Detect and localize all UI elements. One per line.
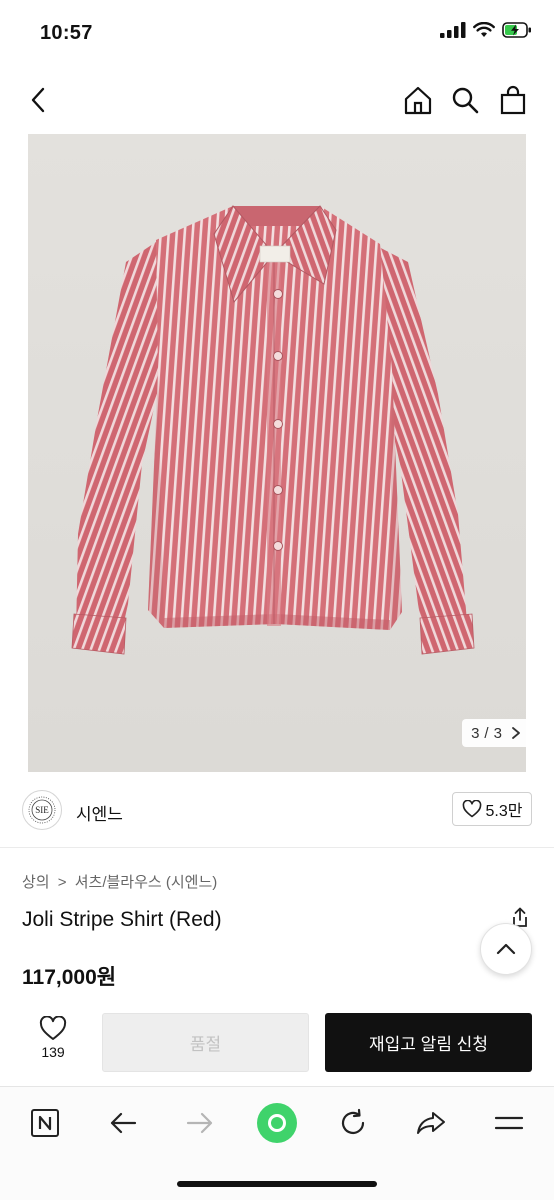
product-image[interactable] — [28, 134, 526, 772]
breadcrumb-subcategory[interactable]: 셔츠/블라우스 (시엔느) — [75, 874, 218, 891]
page-separator: / — [484, 724, 489, 742]
status-icons — [440, 22, 532, 38]
brand-like-count: 5.3만 — [485, 803, 523, 820]
refresh-icon — [341, 1108, 365, 1135]
search-button[interactable] — [443, 78, 487, 122]
chevron-right-icon — [512, 727, 520, 739]
home-icon — [404, 86, 432, 115]
brand-row[interactable]: SIE 시엔느 5.3만 — [0, 772, 554, 848]
brand-like-button[interactable]: 5.3만 — [452, 792, 532, 826]
naver-home-button[interactable] — [23, 1101, 67, 1145]
product-price: 117,000원 — [22, 966, 117, 989]
wishlist-count: 139 — [41, 1044, 65, 1060]
scroll-to-top-button[interactable] — [480, 923, 532, 975]
signal-icon — [440, 22, 466, 38]
browser-forward-button[interactable] — [178, 1101, 222, 1145]
home-indicator — [177, 1181, 377, 1187]
arrow-right-icon — [186, 1112, 213, 1134]
shopping-bag-icon — [500, 85, 526, 115]
browser-share-button[interactable] — [409, 1101, 453, 1145]
browser-menu-button[interactable] — [487, 1101, 531, 1145]
breadcrumb-category[interactable]: 상의 — [22, 874, 50, 891]
browser-green-dot-button[interactable] — [255, 1101, 299, 1145]
breadcrumb: 상의 > 셔츠/블라우스 (시엔느) — [22, 871, 217, 892]
product-name: Joli Stripe Shirt (Red) — [22, 908, 222, 931]
wifi-icon — [473, 22, 495, 37]
status-bar: 10:57 — [0, 0, 554, 66]
battery-charging-icon — [502, 22, 531, 38]
soldout-button: 품절 — [102, 1013, 309, 1072]
chevron-up-icon — [496, 943, 516, 955]
breadcrumb-separator: > — [57, 874, 67, 891]
home-button[interactable] — [396, 78, 440, 122]
image-page-indicator[interactable]: 3 / 3 — [462, 719, 530, 747]
heart-outline-icon — [39, 1016, 67, 1040]
heart-outline-icon — [462, 800, 481, 818]
search-icon — [452, 87, 479, 114]
browser-refresh-button[interactable] — [331, 1101, 375, 1145]
brand-logo[interactable]: SIE — [22, 790, 62, 830]
back-button[interactable] — [16, 78, 60, 122]
back-chevron-icon — [31, 87, 45, 113]
restock-alert-button[interactable]: 재입고 알림 신청 — [325, 1013, 532, 1072]
page-total: 3 — [493, 724, 502, 742]
status-time: 10:57 — [40, 22, 93, 44]
browser-back-button[interactable] — [101, 1101, 145, 1145]
nav-header — [0, 66, 554, 134]
green-dot-icon — [257, 1103, 297, 1143]
purchase-action-bar: 139 품절 재입고 알림 신청 — [0, 1000, 554, 1086]
product-gallery[interactable]: 3 / 3 — [0, 134, 554, 772]
arrow-left-icon — [110, 1112, 137, 1134]
cart-button[interactable] — [491, 78, 535, 122]
hamburger-menu-icon — [494, 1116, 524, 1130]
shirt-illustration — [71, 205, 475, 655]
brand-logo-text: SIE — [35, 805, 49, 815]
naver-n-icon — [31, 1109, 59, 1137]
brand-name[interactable]: 시엔느 — [76, 800, 123, 825]
wishlist-button[interactable]: 139 — [24, 1016, 82, 1060]
share-arrow-icon — [417, 1112, 445, 1134]
page-current: 3 — [471, 724, 480, 742]
